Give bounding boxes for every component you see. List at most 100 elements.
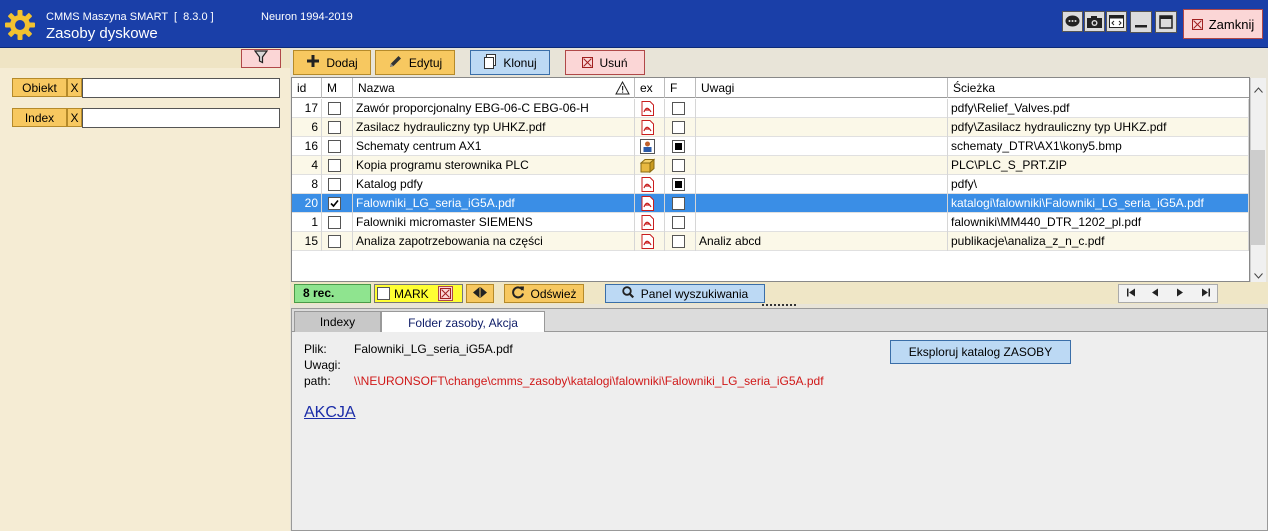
f-checkbox[interactable] [672, 216, 685, 229]
table-row[interactable]: 15 Analiza zapotrzebowania na części Anali… [292, 232, 1249, 251]
cell-nazwa: Zasilacz hydrauliczny typ UHKZ.pdf [353, 118, 635, 137]
tab-indexy[interactable]: Indexy [294, 311, 381, 332]
obiekt-filter-input[interactable] [82, 78, 280, 98]
table-row[interactable]: 20 Falowniki_LG_seria_iG5A.pdf katalogi\fa… [292, 194, 1249, 213]
f-checkbox[interactable] [672, 140, 685, 153]
table-row[interactable]: 17 Zawór proporcjonalny EBG-06-C EBG-06-H… [292, 99, 1249, 118]
col-header-nazwa[interactable]: Nazwa [353, 78, 635, 98]
mark-checkbox[interactable] [328, 159, 341, 172]
search-icon [622, 285, 635, 302]
clone-button[interactable]: Klonuj [470, 50, 550, 75]
cell-ex [635, 213, 665, 232]
mark-checkbox[interactable] [328, 102, 341, 115]
cell-uwagi [696, 118, 948, 137]
edit-button[interactable]: Edytuj [375, 50, 455, 75]
scroll-up-icon[interactable] [1254, 82, 1263, 96]
cell-m [322, 232, 353, 251]
pdf-icon[interactable] [640, 215, 655, 230]
f-checkbox[interactable] [672, 178, 685, 191]
cell-sciezka: PLC\PLC_S_PRT.ZIP [948, 156, 1249, 175]
mark-checkbox[interactable] [328, 197, 341, 210]
first-record-button[interactable] [1120, 285, 1142, 302]
col-header-ex[interactable]: ex [635, 78, 665, 98]
cell-id: 15 [292, 232, 322, 251]
table-row[interactable]: 4 Kopia programu sterownika PLC PLC\PLC_S_… [292, 156, 1249, 175]
mark-checkbox[interactable] [328, 216, 341, 229]
f-checkbox[interactable] [672, 235, 685, 248]
cell-m [322, 99, 353, 118]
prev-record-button[interactable] [1144, 285, 1166, 302]
table-row[interactable]: 6 Zasilacz hydrauliczny typ UHKZ.pdf pdfy\… [292, 118, 1249, 137]
image-icon[interactable] [640, 139, 655, 154]
cell-m [322, 175, 353, 194]
col-header-id[interactable]: id [292, 78, 322, 98]
splitter-handle[interactable] [762, 304, 796, 307]
index-clear-text: X [70, 110, 79, 125]
col-header-f[interactable]: F [665, 78, 696, 98]
mark-checkbox[interactable] [328, 140, 341, 153]
cell-id: 16 [292, 137, 322, 156]
table-row[interactable]: 8 Katalog pdfy pdfy\ [292, 175, 1249, 194]
obiekt-clear-button[interactable]: X [67, 78, 82, 97]
index-filter-label[interactable]: Index [12, 108, 67, 127]
cell-ex [635, 232, 665, 251]
tab-folder-zasoby[interactable]: Folder zasoby, Akcja [381, 311, 545, 334]
search-panel-button[interactable]: Panel wyszukiwania [605, 284, 765, 303]
mark-swap-button[interactable] [466, 284, 494, 303]
f-checkbox[interactable] [672, 197, 685, 210]
next-record-button[interactable] [1168, 285, 1190, 302]
scrollbar-thumb[interactable] [1251, 150, 1265, 245]
index-filter-input[interactable] [82, 108, 280, 128]
col-header-m[interactable]: M [322, 78, 353, 98]
table-header: id M Nazwa ex F Uwagi Ścieżka [292, 78, 1249, 98]
cell-nazwa: Zawór proporcjonalny EBG-06-C EBG-06-H [353, 99, 635, 118]
pdf-icon[interactable] [640, 120, 655, 135]
filter-button[interactable] [241, 49, 281, 68]
maximize-button[interactable] [1155, 11, 1177, 33]
f-checkbox[interactable] [672, 121, 685, 134]
add-button[interactable]: Dodaj [293, 50, 371, 75]
cell-sciezka: schematy_DTR\AX1\kony5.bmp [948, 137, 1249, 156]
mark-swap-icon [472, 286, 488, 301]
cell-m [322, 137, 353, 156]
archive-icon[interactable] [639, 158, 656, 174]
first-record-icon [1126, 288, 1137, 300]
last-record-button[interactable] [1194, 285, 1216, 302]
index-clear-button[interactable]: X [67, 108, 82, 127]
cell-uwagi [696, 213, 948, 232]
pdf-icon[interactable] [640, 101, 655, 116]
pdf-icon[interactable] [640, 177, 655, 192]
pdf-icon[interactable] [640, 234, 655, 249]
akcja-link[interactable]: AKCJA [304, 404, 356, 422]
cell-f [665, 156, 696, 175]
col-header-sciezka[interactable]: Ścieżka [948, 78, 1249, 98]
scroll-down-icon[interactable] [1254, 268, 1263, 282]
col-header-uwagi[interactable]: Uwagi [696, 78, 948, 98]
f-checkbox[interactable] [672, 102, 685, 115]
pdf-icon[interactable] [640, 196, 655, 211]
mark-toggle[interactable]: MARK [374, 284, 463, 303]
explore-folder-button[interactable]: Eksploruj katalog ZASOBY [890, 340, 1071, 364]
mark-checkbox[interactable] [328, 178, 341, 191]
mark-checkbox[interactable] [328, 121, 341, 134]
clear-mark-button[interactable] [437, 286, 453, 301]
table-row[interactable]: 1 Falowniki micromaster SIEMENS falowniki\… [292, 213, 1249, 232]
obiekt-filter-label[interactable]: Obiekt [12, 78, 67, 97]
search-panel-label: Panel wyszukiwania [640, 286, 749, 301]
close-button[interactable]: Zamknij [1183, 9, 1263, 39]
col-header-nazwa-text: Nazwa [358, 81, 395, 95]
mark-label: MARK [394, 286, 429, 301]
delete-button[interactable]: Usuń [565, 50, 645, 75]
camera-button[interactable] [1084, 11, 1105, 32]
minimize-button[interactable] [1130, 11, 1152, 33]
code-window-button[interactable] [1106, 11, 1127, 32]
mark-checkbox[interactable] [377, 287, 390, 300]
table-row[interactable]: 16 Schematy centrum AX1 schematy_DTR\AX1\k… [292, 137, 1249, 156]
mark-checkbox[interactable] [328, 235, 341, 248]
cell-m [322, 213, 353, 232]
refresh-button[interactable]: Odśwież [504, 284, 584, 303]
chat-button[interactable] [1062, 11, 1083, 32]
cell-uwagi [696, 137, 948, 156]
plik-value: Falowniki_LG_seria_iG5A.pdf [354, 342, 513, 356]
f-checkbox[interactable] [672, 159, 685, 172]
